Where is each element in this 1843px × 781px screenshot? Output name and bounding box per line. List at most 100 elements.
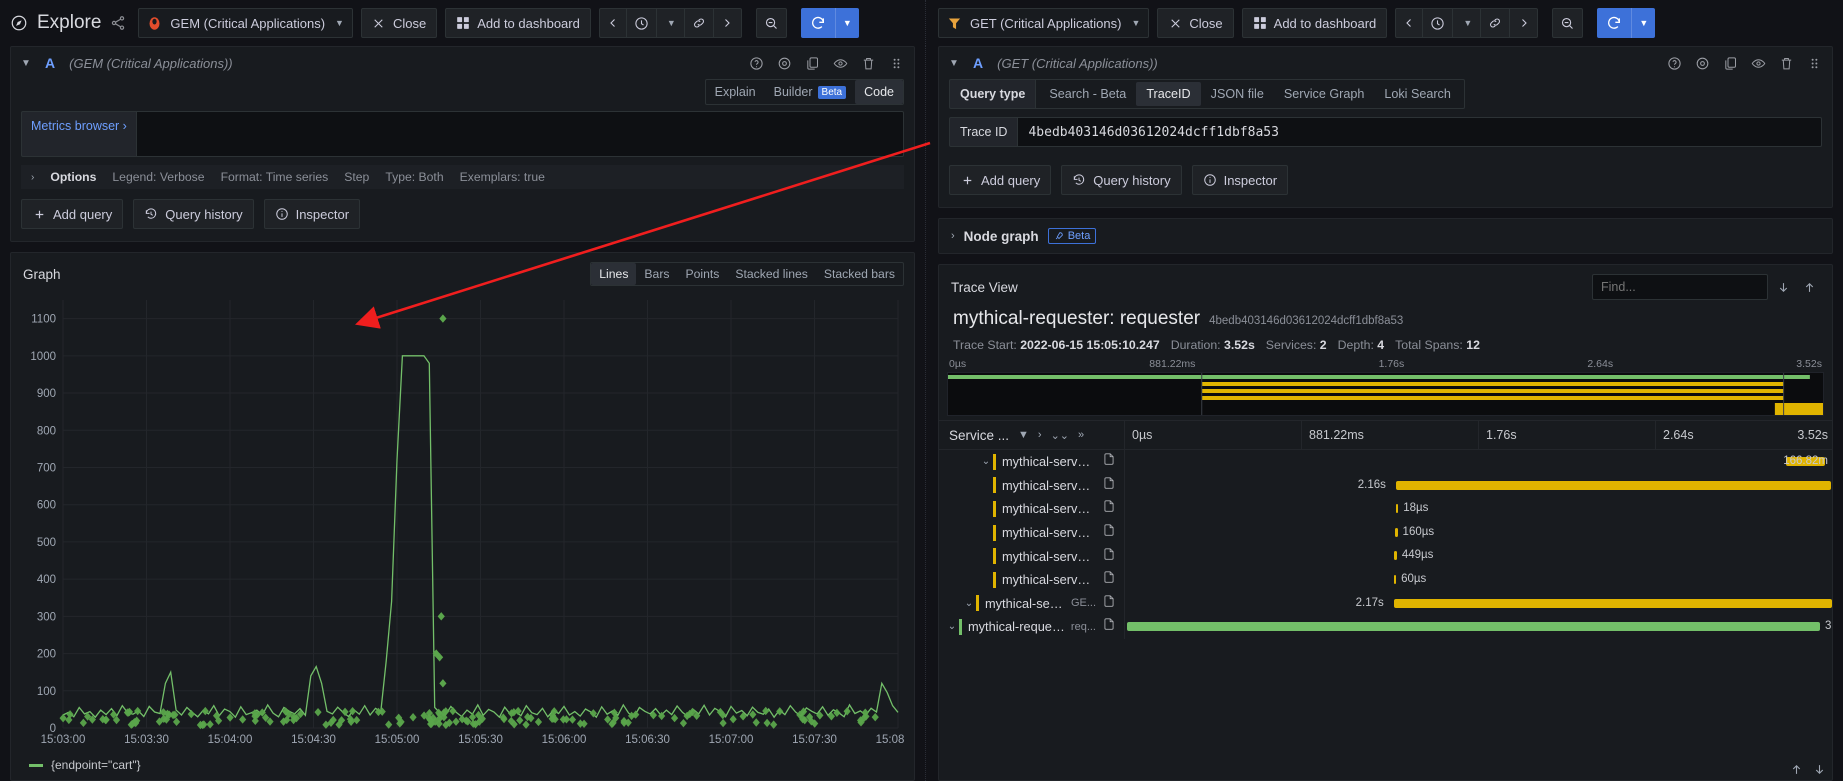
chevron-down-icon[interactable]: ⌄ bbox=[979, 456, 993, 467]
eye-icon[interactable] bbox=[1751, 56, 1766, 71]
inspector-button-left[interactable]: Inspector bbox=[264, 199, 360, 229]
span-duration-bar[interactable] bbox=[1394, 575, 1396, 584]
add-query-button-left[interactable]: Add query bbox=[21, 199, 123, 229]
zoom-out-button-left[interactable] bbox=[756, 8, 787, 38]
refresh-icon[interactable] bbox=[801, 8, 835, 38]
span-row[interactable]: ⌄mythical-requesterreq...3.3s bbox=[939, 615, 1832, 639]
mode-builder[interactable]: Builder Beta bbox=[765, 80, 856, 104]
span-duration-bar[interactable] bbox=[1394, 551, 1396, 560]
scroll-to-bottom-icon[interactable] bbox=[1813, 763, 1826, 776]
span-log-icon[interactable] bbox=[1102, 570, 1118, 589]
add-query-button-right[interactable]: Add query bbox=[949, 165, 1051, 195]
mode-explain[interactable]: Explain bbox=[706, 80, 765, 104]
span-log-icon[interactable] bbox=[1102, 476, 1118, 495]
add-to-dashboard-button-right[interactable]: Add to dashboard bbox=[1242, 8, 1388, 38]
chevron-down-icon[interactable]: ⌄ bbox=[962, 598, 976, 609]
refresh-button-right[interactable]: ▼ bbox=[1597, 8, 1655, 38]
span-log-icon[interactable] bbox=[1102, 452, 1118, 471]
minimap-canvas[interactable] bbox=[947, 372, 1824, 416]
span-log-icon[interactable] bbox=[1102, 523, 1118, 542]
query-options-row[interactable]: › Options Legend: Verbose Format: Time s… bbox=[21, 165, 904, 189]
chevron-down-icon[interactable]: ⌄ bbox=[945, 621, 959, 632]
query-type-service-graph[interactable]: Service Graph bbox=[1274, 82, 1375, 106]
time-shift-forward-left[interactable] bbox=[714, 8, 742, 38]
refresh-interval-chevron-left[interactable]: ▼ bbox=[835, 8, 859, 38]
span-list[interactable]: ⌄mythical-server...166.82mmythical-serve… bbox=[939, 450, 1832, 780]
inspector-button-right[interactable]: Inspector bbox=[1192, 165, 1288, 195]
trace-id-input[interactable] bbox=[1017, 117, 1822, 147]
viz-tab-stacked-lines[interactable]: Stacked lines bbox=[727, 263, 816, 285]
close-button-left[interactable]: Close bbox=[361, 8, 437, 38]
metrics-browser-button[interactable]: Metrics browser › bbox=[21, 111, 136, 157]
copy-icon[interactable] bbox=[805, 56, 820, 71]
eye-icon[interactable] bbox=[833, 56, 848, 71]
time-shift-forward-right[interactable] bbox=[1510, 8, 1538, 38]
span-row[interactable]: mythical-server...449µs bbox=[939, 544, 1832, 568]
span-row[interactable]: ⌄mythical-server...166.82m bbox=[939, 450, 1832, 474]
span-row[interactable]: mythical-server...160µs bbox=[939, 521, 1832, 545]
viz-tab-bars[interactable]: Bars bbox=[636, 263, 677, 285]
span-row[interactable]: mythical-server...2.16s bbox=[939, 474, 1832, 498]
query-history-button-left[interactable]: Query history bbox=[133, 199, 253, 229]
share-icon[interactable] bbox=[110, 15, 126, 31]
query-type-search[interactable]: Search - Beta bbox=[1039, 82, 1136, 106]
drag-handle-icon[interactable] bbox=[889, 56, 904, 71]
span-duration-bar[interactable] bbox=[1394, 599, 1832, 608]
help-circle-icon[interactable] bbox=[749, 56, 764, 71]
eye-disabled-icon[interactable] bbox=[777, 56, 792, 71]
datasource-picker-right[interactable]: GET (Critical Applications) ▼ bbox=[938, 8, 1149, 38]
query-type-traceid[interactable]: TraceID bbox=[1136, 82, 1200, 106]
refresh-icon[interactable] bbox=[1597, 8, 1631, 38]
chevron-down-icon[interactable]: ▼ bbox=[21, 58, 31, 69]
span-row[interactable]: mythical-server...18µs bbox=[939, 497, 1832, 521]
span-duration-bar[interactable] bbox=[1396, 504, 1398, 513]
viz-tab-points[interactable]: Points bbox=[677, 263, 727, 285]
arrow-up-icon[interactable] bbox=[1798, 274, 1820, 300]
span-log-icon[interactable] bbox=[1102, 499, 1118, 518]
node-graph-header[interactable]: › Node graph Beta bbox=[939, 219, 1832, 253]
datasource-picker-left[interactable]: GEM (Critical Applications) ▼ bbox=[138, 8, 353, 38]
refresh-button-left[interactable]: ▼ bbox=[801, 8, 859, 38]
expand-one-icon[interactable]: › bbox=[1038, 429, 1042, 441]
time-picker-chevron-left[interactable]: ▼ bbox=[657, 8, 685, 38]
copy-link-left[interactable] bbox=[685, 8, 714, 38]
copy-icon[interactable] bbox=[1723, 56, 1738, 71]
node-graph-section[interactable]: › Node graph Beta bbox=[938, 218, 1833, 254]
trash-icon[interactable] bbox=[861, 56, 876, 71]
viz-tab-lines[interactable]: Lines bbox=[591, 263, 636, 285]
time-shift-back-left[interactable] bbox=[599, 8, 627, 38]
query-type-json-file[interactable]: JSON file bbox=[1201, 82, 1274, 106]
help-circle-icon[interactable] bbox=[1667, 56, 1682, 71]
graph-plot-area[interactable]: 01002003004005006007008009001000110015:0… bbox=[21, 292, 904, 752]
span-log-icon[interactable] bbox=[1102, 594, 1118, 613]
time-picker-left[interactable] bbox=[627, 8, 657, 38]
scroll-to-top-icon[interactable] bbox=[1790, 763, 1803, 776]
time-shift-back-right[interactable] bbox=[1395, 8, 1423, 38]
add-to-dashboard-button-left[interactable]: Add to dashboard bbox=[445, 8, 591, 38]
refresh-interval-chevron-right[interactable]: ▼ bbox=[1631, 8, 1655, 38]
trace-minimap[interactable]: 0µs 881.22ms 1.76s 2.64s 3.52s bbox=[947, 358, 1824, 416]
time-picker-right[interactable] bbox=[1423, 8, 1453, 38]
drag-handle-icon[interactable] bbox=[1807, 56, 1822, 71]
trash-icon[interactable] bbox=[1779, 56, 1794, 71]
span-row[interactable]: ⌄mythical-serverGE...2.17s bbox=[939, 592, 1832, 616]
legend-series-label[interactable]: {endpoint="cart"} bbox=[51, 758, 141, 772]
chevrons-right-icon[interactable]: » bbox=[1078, 429, 1084, 441]
chevrons-down-icon[interactable]: ⌄⌄ bbox=[1051, 429, 1069, 442]
promql-code-input[interactable]: histogram_quantile(0.95, sum(rate(mythic… bbox=[136, 111, 904, 157]
copy-link-right[interactable] bbox=[1481, 8, 1510, 38]
span-row[interactable]: mythical-server...60µs bbox=[939, 568, 1832, 592]
span-duration-bar[interactable] bbox=[1395, 528, 1397, 537]
close-button-right[interactable]: Close bbox=[1157, 8, 1233, 38]
span-duration-bar[interactable] bbox=[1396, 481, 1831, 490]
span-duration-bar[interactable] bbox=[1127, 622, 1820, 631]
span-log-icon[interactable] bbox=[1102, 547, 1118, 566]
zoom-out-button-right[interactable] bbox=[1552, 8, 1583, 38]
eye-disabled-icon[interactable] bbox=[1695, 56, 1710, 71]
mode-code[interactable]: Code bbox=[855, 80, 903, 104]
arrow-down-icon[interactable] bbox=[1772, 274, 1794, 300]
viz-tab-stacked-bars[interactable]: Stacked bars bbox=[816, 263, 903, 285]
query-type-loki-search[interactable]: Loki Search bbox=[1374, 82, 1461, 106]
query-history-button-right[interactable]: Query history bbox=[1061, 165, 1181, 195]
span-log-icon[interactable] bbox=[1102, 617, 1118, 636]
